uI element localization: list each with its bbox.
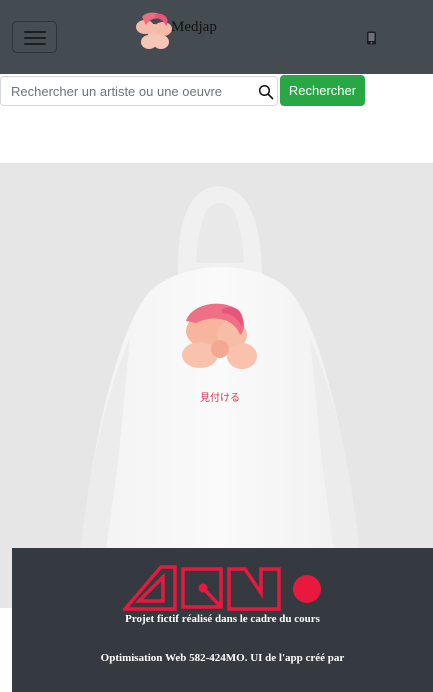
hoodie-image: 見付ける — [0, 163, 433, 608]
hamburger-menu-icon-bar — [24, 37, 46, 39]
flower-logo-icon — [136, 12, 172, 49]
search-input[interactable] — [0, 76, 278, 106]
mobile-phone-icon[interactable] — [366, 31, 377, 45]
brand-name: Medjap — [171, 18, 217, 35]
search-button[interactable]: Rechercher — [280, 75, 365, 106]
footer-course-text: Optimisation Web 582-424MO. UI de l'app … — [100, 652, 345, 664]
footer-project-text: Projet fictif réalisé dans le cadre du c… — [125, 613, 320, 625]
menu-toggle-button[interactable] — [12, 21, 57, 53]
hoodie-print-text: 見付ける — [200, 391, 240, 404]
footer: Projet fictif réalisé dans le cadre du c… — [12, 548, 433, 692]
aqm-logo-icon — [123, 565, 321, 611]
search-icon[interactable] — [258, 84, 274, 100]
navbar: Medjap — [0, 0, 433, 74]
hamburger-menu-icon — [24, 31, 46, 33]
hamburger-menu-icon-bar — [24, 43, 46, 45]
brand-link[interactable]: Medjap — [133, 9, 217, 53]
product-image[interactable]: 見付ける — [0, 163, 433, 608]
search-bar: Rechercher — [0, 75, 433, 107]
